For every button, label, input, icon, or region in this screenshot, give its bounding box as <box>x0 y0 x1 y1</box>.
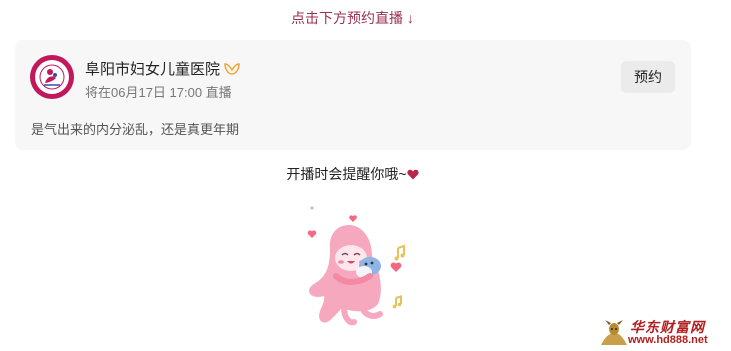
pink-mascot-sticker <box>300 200 415 330</box>
live-description: 是气出来的内分泌乱，还是真更年期 <box>31 122 240 137</box>
reminder-row: 开播时会提醒你哦~ <box>0 164 705 184</box>
verified-badge-icon <box>224 62 240 76</box>
org-name: 阜阳市妇女儿童医院 <box>85 61 221 78</box>
org-name-row: 阜阳市妇女儿童医院 <box>85 58 240 79</box>
live-schedule: 将在06月17日 17:00 直播 <box>85 85 232 100</box>
hospital-avatar[interactable] <box>30 55 74 99</box>
hospital-logo-icon <box>35 60 69 94</box>
live-reservation-card[interactable]: 阜阳市妇女儿童医院 将在06月17日 17:00 直播 预约 是气出来的内分泌乱… <box>15 40 691 150</box>
watermark-logo-icon <box>599 319 629 347</box>
reserve-prompt: 点击下方预约直播 ↓ <box>291 10 414 26</box>
reminder-text: 开播时会提醒你哦~ <box>286 166 407 182</box>
site-watermark: 华东财富网 www.hd888.net <box>599 317 729 349</box>
reserve-button[interactable]: 预约 <box>621 61 675 93</box>
heart-icon <box>407 167 419 180</box>
watermark-url: www.hd888.net <box>628 334 708 346</box>
page: 点击下方预约直播 ↓ 阜阳市妇女儿童医院 将在06月17日 17:00 直播 预… <box>0 0 731 351</box>
